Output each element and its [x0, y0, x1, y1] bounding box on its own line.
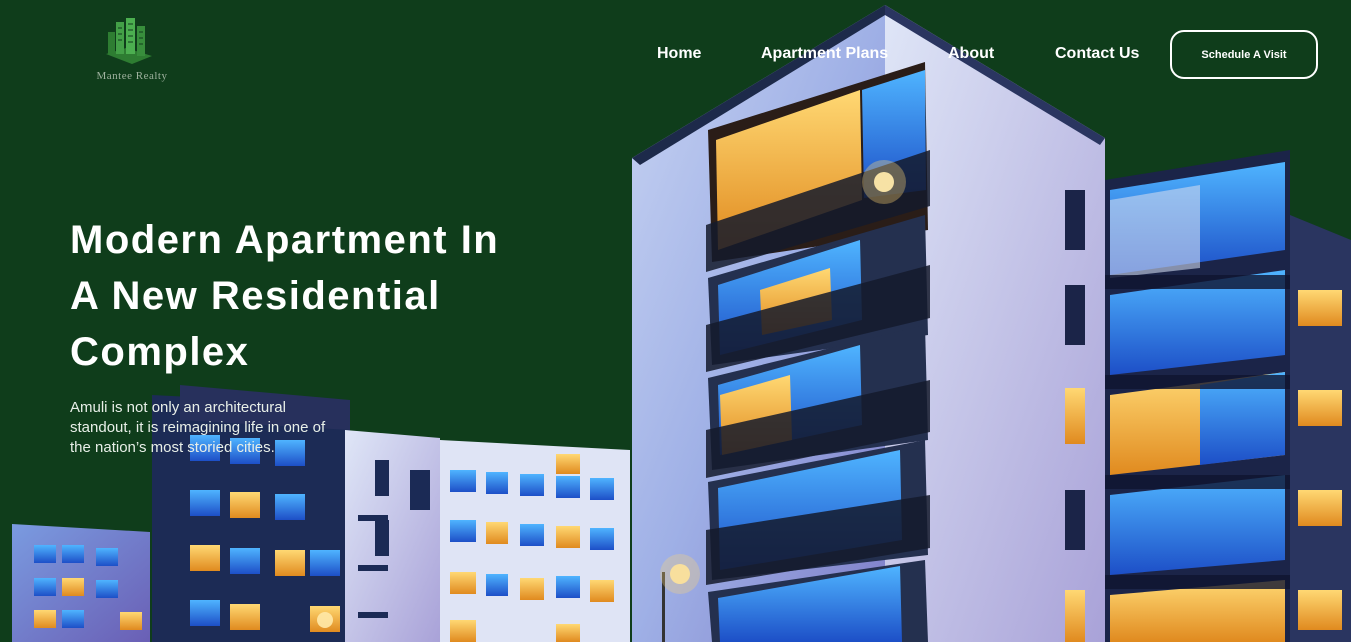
nav-contact-link[interactable]: Contact Us — [1055, 45, 1139, 63]
brand-name: Mantee Realty — [96, 70, 168, 82]
building-icon — [106, 18, 152, 64]
hero-description: Amuli is not only an architectural stand… — [70, 399, 326, 456]
brand-logo[interactable]: Mantee Realty — [82, 14, 182, 86]
hero-title: Modern Apartment In A New Residential Co… — [70, 212, 570, 380]
nav-home-link[interactable]: Home — [657, 45, 701, 63]
hero-title-line: Complex — [70, 330, 250, 374]
nav-about-link[interactable]: About — [948, 45, 994, 63]
hero-title-line: Modern Apartment In — [70, 218, 500, 262]
hero-title-line: A New Residential — [70, 274, 441, 318]
nav-apartment-plans-link[interactable]: Apartment Plans — [761, 45, 888, 63]
schedule-visit-button[interactable]: Schedule A Visit — [1170, 30, 1318, 79]
